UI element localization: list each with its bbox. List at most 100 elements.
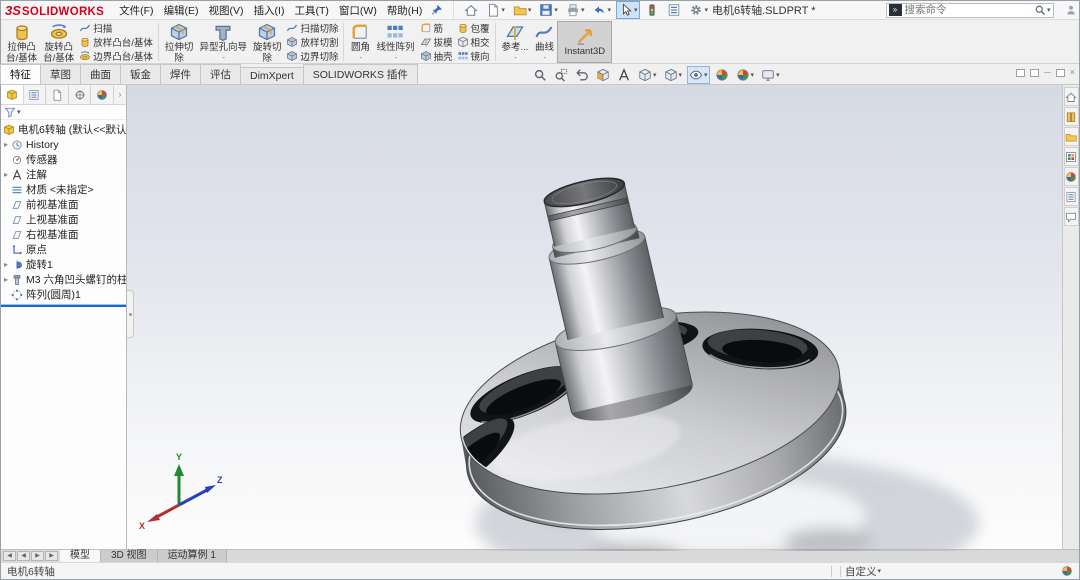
resources-button[interactable] xyxy=(1064,87,1079,106)
boundary-cut-button[interactable]: 边界切除 xyxy=(286,49,338,63)
tree-item-right-plane[interactable]: 右视基准面 xyxy=(1,227,126,242)
tab-evaluate[interactable]: 评估 xyxy=(200,64,241,84)
print-button[interactable]: ▾ xyxy=(563,1,588,19)
tree-root-part[interactable]: 电机6转轴 (默认<<默认>_显 xyxy=(1,122,126,137)
view-settings-button[interactable]: ▾ xyxy=(759,66,782,84)
home-button[interactable] xyxy=(461,1,481,19)
configuration-manager-tab[interactable] xyxy=(46,85,69,104)
linear-pattern-button[interactable]: 线性阵列 - xyxy=(373,21,417,63)
tab-dimxpert[interactable]: DimXpert xyxy=(240,67,304,84)
intersect-button[interactable]: 相交 xyxy=(457,35,490,49)
command-search[interactable]: » ▾ xyxy=(886,3,1054,18)
menu-edit[interactable]: 编辑(E) xyxy=(159,1,204,20)
menu-help[interactable]: 帮助(H) xyxy=(382,1,428,20)
doc-restore-right-icon[interactable] xyxy=(1030,69,1039,77)
first-tab-button[interactable]: ◀ xyxy=(3,551,16,561)
tab-sketch[interactable]: 草图 xyxy=(40,64,81,84)
edit-appearance-button[interactable] xyxy=(713,66,731,84)
part-model[interactable]: X Y Z xyxy=(127,85,1064,551)
custom-properties-button[interactable] xyxy=(1064,187,1079,206)
tree-item-origin[interactable]: 原点 xyxy=(1,242,126,257)
rollback-bar[interactable] xyxy=(1,304,126,307)
menu-file[interactable]: 文件(F) xyxy=(114,1,158,20)
boss-extrude-button[interactable]: 拉伸凸 台/基体 xyxy=(3,21,40,63)
tree-item-annotations[interactable]: ▸ 注解 xyxy=(1,167,126,182)
expand-arrow-icon[interactable]: ▸ xyxy=(1,170,11,179)
menu-view[interactable]: 视图(V) xyxy=(204,1,249,20)
hide-show-items-button[interactable]: ▾ xyxy=(687,66,710,84)
doc-restore-left-icon[interactable] xyxy=(1016,69,1025,77)
appearances-button[interactable] xyxy=(1064,167,1079,186)
instant3d-button[interactable]: Instant3D xyxy=(557,21,612,63)
file-explorer-button[interactable] xyxy=(1064,127,1079,146)
fillet-button[interactable]: 圆角 - xyxy=(347,21,373,63)
doc-close-button[interactable]: × xyxy=(1070,68,1075,77)
apply-scene-button[interactable]: ▾ xyxy=(734,66,757,84)
undo-button[interactable]: ▾ xyxy=(589,1,614,19)
loft-button[interactable]: 放样凸台/基体 xyxy=(79,35,153,49)
zoom-to-fit-button[interactable] xyxy=(531,66,549,84)
extruded-cut-button[interactable]: 拉伸切 除 xyxy=(162,21,197,63)
doc-minimize-button[interactable]: ─ xyxy=(1044,68,1050,77)
graphics-viewport[interactable]: X Y Z xyxy=(127,85,1062,549)
tab-features[interactable]: 特征 xyxy=(0,64,41,84)
display-style-button[interactable]: ▾ xyxy=(662,66,685,84)
doc-restore-button[interactable] xyxy=(1056,69,1065,77)
draft-button[interactable]: 拔模 xyxy=(420,35,453,49)
reference-geometry-button[interactable]: 参考... - xyxy=(499,21,532,63)
search-icon[interactable] xyxy=(1034,4,1046,16)
open-button[interactable]: ▾ xyxy=(510,1,535,19)
feature-tree-tab[interactable] xyxy=(1,85,24,104)
customize-button[interactable]: 自定义 xyxy=(845,564,877,579)
annotations-view-button[interactable] xyxy=(615,66,633,84)
new-document-button[interactable]: ▾ xyxy=(483,1,508,19)
panel-splitter-handle[interactable] xyxy=(127,290,134,338)
expand-arrow-icon[interactable]: ▸ xyxy=(1,275,11,284)
previous-tab-button[interactable]: ◀ xyxy=(17,551,30,561)
tab-weldments[interactable]: 焊件 xyxy=(160,64,201,84)
tree-item-sensors[interactable]: 传感器 xyxy=(1,152,126,167)
hole-wizard-button[interactable]: 异型孔向导 - xyxy=(196,21,250,63)
menu-tools[interactable]: 工具(T) xyxy=(289,1,333,20)
search-input[interactable] xyxy=(905,4,1034,16)
3d-views-tab[interactable]: 3D 视图 xyxy=(101,550,158,562)
forum-button[interactable] xyxy=(1064,207,1079,226)
dimxpert-manager-tab[interactable] xyxy=(69,85,92,104)
tree-item-material[interactable]: 材质 <未指定> xyxy=(1,182,126,197)
previous-view-button[interactable] xyxy=(573,66,591,84)
design-library-button[interactable] xyxy=(1064,107,1079,126)
property-manager-tab[interactable] xyxy=(24,85,47,104)
tab-surfaces[interactable]: 曲面 xyxy=(80,64,121,84)
tree-item-m3-counterbore[interactable]: ▸ M3 六角凹头螺钉的柱形沉 xyxy=(1,272,126,287)
caret-icon[interactable]: ▾ xyxy=(877,567,881,575)
menu-insert[interactable]: 插入(I) xyxy=(249,1,290,20)
options-button[interactable]: ▾ xyxy=(686,1,711,19)
expand-arrow-icon[interactable]: ▸ xyxy=(1,140,11,149)
caret-icon[interactable]: ▾ xyxy=(1047,6,1051,14)
panel-tab-overflow[interactable]: › xyxy=(114,85,126,104)
pin-menu-button[interactable] xyxy=(427,4,447,16)
model-tab[interactable]: 模型 xyxy=(60,550,101,562)
curves-button[interactable]: 曲线 - xyxy=(531,21,557,63)
rebuild-button[interactable] xyxy=(642,1,662,19)
next-tab-button[interactable]: ▶ xyxy=(31,551,44,561)
expand-arrow-icon[interactable]: ▸ xyxy=(1,260,11,269)
tab-sheet-metal[interactable]: 钣金 xyxy=(120,64,161,84)
motion-study-tab[interactable]: 运动算例 1 xyxy=(158,550,227,562)
tree-item-history[interactable]: ▸ History xyxy=(1,137,126,152)
web-globe-icon[interactable] xyxy=(1061,565,1073,577)
tree-item-front-plane[interactable]: 前视基准面 xyxy=(1,197,126,212)
wrap-button[interactable]: 包覆 xyxy=(457,21,490,35)
save-button[interactable]: ▾ xyxy=(536,1,561,19)
tab-solidworks-addins[interactable]: SOLIDWORKS 插件 xyxy=(303,64,418,84)
swept-cut-button[interactable]: 扫描切除 xyxy=(286,21,338,35)
tree-item-circular-pattern[interactable]: 阵列(圆周)1 xyxy=(1,287,126,302)
view-orientation-button[interactable]: ▾ xyxy=(636,66,659,84)
display-manager-tab[interactable] xyxy=(91,85,114,104)
select-button[interactable]: ▾ xyxy=(616,1,641,19)
section-view-button[interactable] xyxy=(594,66,612,84)
tree-item-top-plane[interactable]: 上视基准面 xyxy=(1,212,126,227)
last-tab-button[interactable]: ▶ xyxy=(45,551,58,561)
tree-item-revolve1[interactable]: ▸ 旋转1 xyxy=(1,257,126,272)
zoom-to-area-button[interactable] xyxy=(552,66,570,84)
